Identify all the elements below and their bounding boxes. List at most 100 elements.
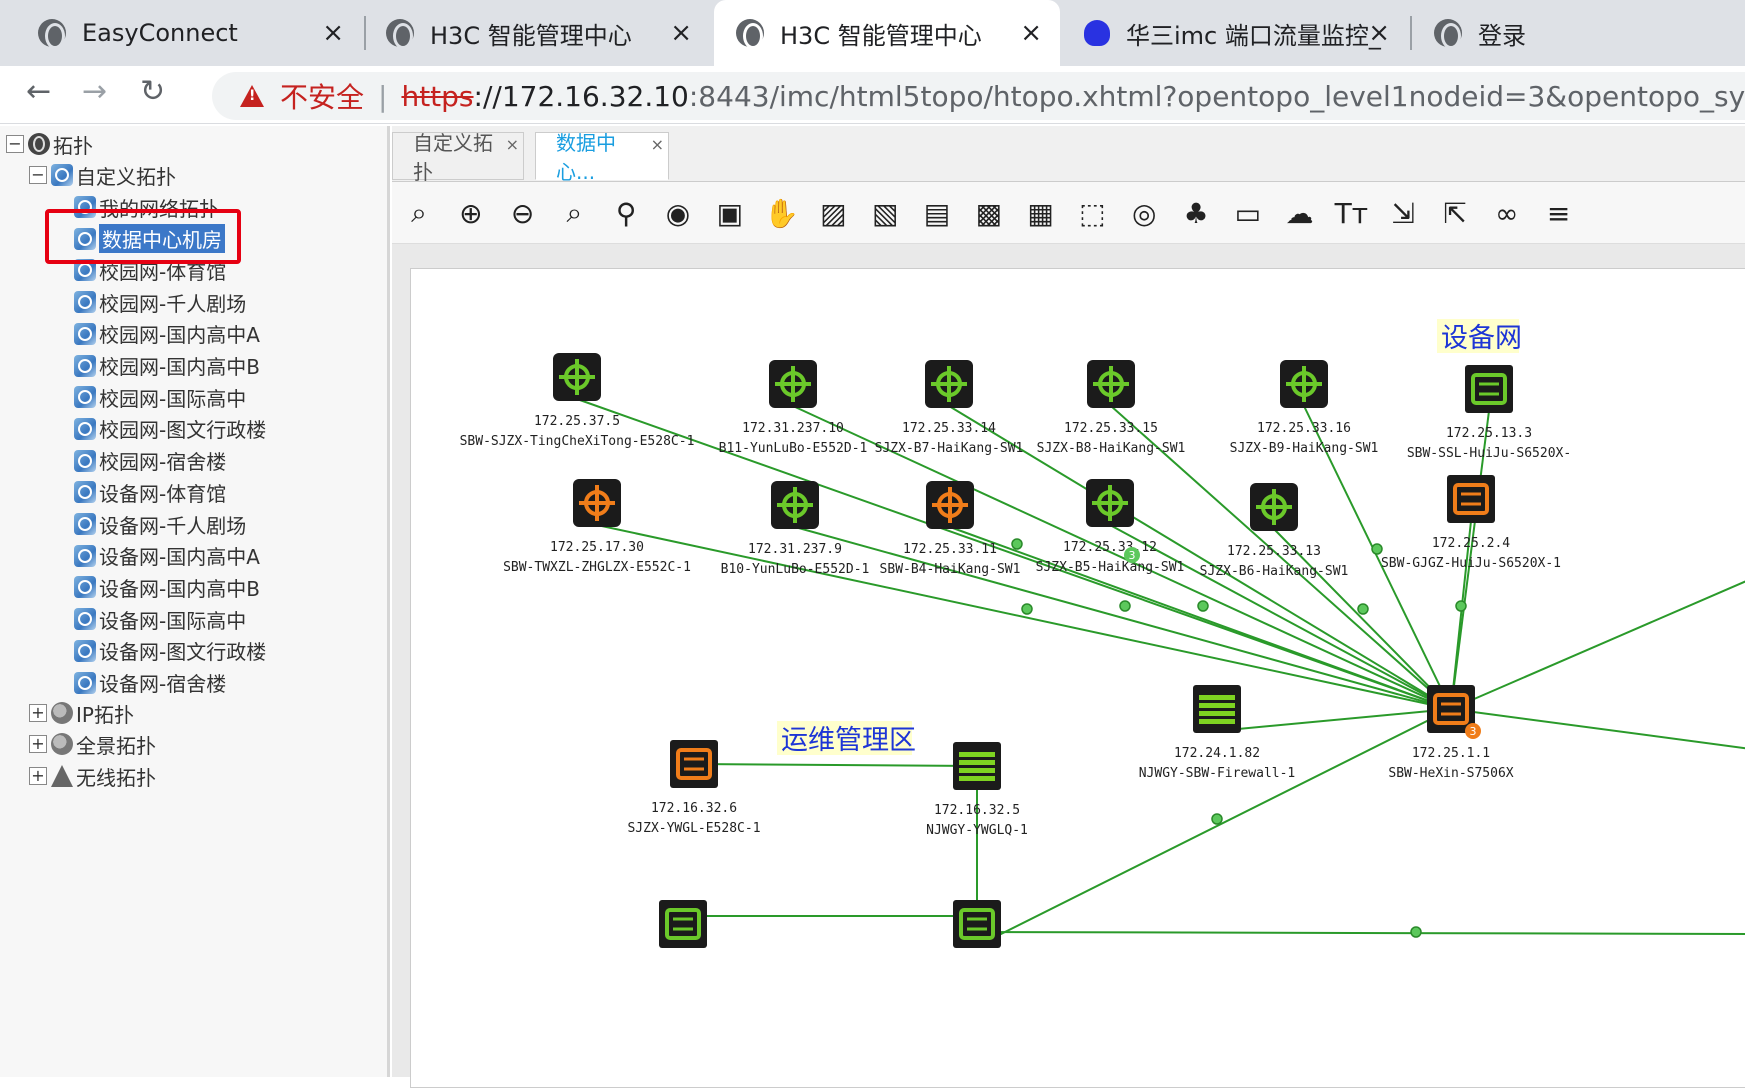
zoom-in-icon[interactable]: ⊕ <box>452 194 490 232</box>
tab-h3c-2-active[interactable]: H3C 智能管理中心 × <box>714 0 1060 66</box>
search-icon[interactable]: ⚲ <box>607 194 645 232</box>
tree-node-root[interactable]: − 拓扑 <box>6 129 93 159</box>
add-device-icon[interactable]: ▭ <box>1229 194 1267 232</box>
collapse-icon[interactable]: − <box>6 135 24 153</box>
reload-icon[interactable]: ↻ <box>140 74 165 109</box>
ms-icon[interactable]: ≡ <box>1540 194 1578 232</box>
tree-node-item[interactable]: 设备网-国际高中 <box>74 604 246 634</box>
back-arrow-icon[interactable]: ← <box>26 74 51 109</box>
remove-background-icon[interactable]: ▧ <box>866 194 904 232</box>
close-icon[interactable]: × <box>670 18 692 48</box>
tree-node-item[interactable]: 设备网-国内高中A <box>74 541 260 571</box>
find-icon[interactable]: ∞ <box>1488 194 1526 232</box>
collapse-icon[interactable]: − <box>29 166 47 184</box>
tree-node-item[interactable]: 设备网-宿舍楼 <box>74 668 226 698</box>
add-background-icon[interactable]: ▨ <box>814 194 852 232</box>
image-icon[interactable]: ▩ <box>970 194 1008 232</box>
tree-node-custom[interactable]: − 自定义拓扑 <box>29 160 176 190</box>
tab-title: 登录 <box>1478 21 1526 50</box>
tree-node-full-topo[interactable]: + 全景拓扑 <box>29 729 156 759</box>
navigation-bar: ← → ↻ 不安全 | https ://172.16.32.10 :8443/… <box>0 66 1745 124</box>
url-separator: | <box>378 79 388 113</box>
close-icon[interactable]: × <box>506 135 519 154</box>
tab-baidu[interactable]: 华三imc 端口流量监控_ × <box>1064 0 1408 66</box>
tree-label: 拓扑 <box>53 133 93 158</box>
topology-view-icon <box>74 576 96 599</box>
close-icon[interactable]: × <box>651 135 664 154</box>
link-edit-icon[interactable]: ⇱ <box>1436 194 1474 232</box>
address-bar[interactable]: 不安全 | https ://172.16.32.10 :8443/imc/ht… <box>212 72 1745 120</box>
tree-node-item[interactable]: 设备网-国内高中B <box>74 572 260 602</box>
hierarchy-icon[interactable]: ♣ <box>1177 194 1215 232</box>
device-name-label: SBW-HeXin-S7506X <box>1388 766 1513 781</box>
expand-icon[interactable]: + <box>29 735 47 753</box>
center-icon[interactable]: ◎ <box>1125 194 1163 232</box>
eye-icon[interactable]: ◉ <box>659 194 697 232</box>
close-icon[interactable]: × <box>322 18 344 48</box>
tree-node-item[interactable]: 设备网-千人剧场 <box>74 509 246 539</box>
tree-node-item[interactable]: 校园网-千人剧场 <box>74 287 246 317</box>
tab-title: H3C 智能管理中心 <box>430 21 632 50</box>
add-cloud-icon[interactable]: ☁ <box>1281 194 1319 232</box>
link-marker <box>1211 813 1223 825</box>
network-link <box>976 931 1745 935</box>
tree-node-item[interactable]: 设备网-体育馆 <box>74 477 226 507</box>
select-area-icon[interactable]: ⬚ <box>1073 194 1111 232</box>
tree-node-item[interactable]: 校园网-国际高中 <box>74 382 246 412</box>
forward-arrow-icon[interactable]: → <box>82 74 107 109</box>
tree-node-item[interactable]: 校园网-国内高中A <box>74 319 260 349</box>
device-name-label: SJZX-B7-HaiKang-SW1 <box>875 441 1024 456</box>
tree-node-item[interactable]: 校园网-图文行政楼 <box>74 414 266 444</box>
close-icon[interactable]: × <box>1020 18 1042 48</box>
expand-icon[interactable]: + <box>29 704 47 722</box>
device-firewall-icon <box>953 742 1001 790</box>
text-icon[interactable]: Tт <box>1332 194 1370 232</box>
red-highlight-annotation <box>45 209 241 264</box>
save-icon[interactable]: ▤ <box>918 194 956 232</box>
device-ip-label: 172.16.32.6 <box>651 801 737 816</box>
zone-label: 设备网 <box>1441 323 1522 354</box>
browser-tab-strip: EasyConnect × H3C 智能管理中心 × H3C 智能管理中心 × … <box>0 0 1745 66</box>
ip-topology-icon <box>51 702 73 724</box>
topology-view-icon <box>74 513 96 535</box>
tab-custom-topology[interactable]: 自定义拓扑 × <box>392 131 524 184</box>
zoom-fit-icon[interactable]: ⌕ <box>400 194 438 232</box>
tab-login[interactable]: 登录 <box>1412 0 1745 66</box>
fullscreen-icon[interactable]: ▣ <box>711 194 749 232</box>
export-icon[interactable]: ▦ <box>1022 194 1060 232</box>
device-ip-label: 172.25.33.14 <box>902 421 996 436</box>
link-marker <box>1011 538 1023 550</box>
warning-icon <box>240 85 264 107</box>
globe-icon <box>736 19 764 49</box>
topology-graph[interactable]: 172.25.37.5 SBW-SJZX-TingCheXiTong-E528C-… <box>411 269 1745 1088</box>
tab-easyconnect[interactable]: EasyConnect × <box>0 0 362 66</box>
tab-datacenter[interactable]: 数据中心... × <box>535 131 669 184</box>
device-name-label: B10-YunLuBo-E552D-1 <box>721 562 870 577</box>
url-scheme: https <box>401 79 474 113</box>
zoom-out-icon[interactable]: ⊖ <box>504 194 542 232</box>
tree-label: 校园网-国内高中A <box>99 323 260 348</box>
tree-node-ip-topo[interactable]: + IP拓扑 <box>29 698 134 728</box>
device-name-label: SBW-TWXZL-ZHGLZX-E552C-1 <box>503 560 691 575</box>
expand-icon[interactable]: + <box>29 767 47 785</box>
device-name-label: SJZX-YWGL-E528C-1 <box>627 821 760 836</box>
device-ip-label: 172.25.33.11 <box>903 542 997 557</box>
tab-title: EasyConnect <box>82 19 238 47</box>
tree-node-wireless-topo[interactable]: + 无线拓扑 <box>29 761 156 791</box>
close-icon[interactable]: × <box>1368 18 1390 48</box>
topology-canvas[interactable]: 172.25.37.5 SBW-SJZX-TingCheXiTong-E528C-… <box>410 268 1745 1088</box>
tab-h3c-1[interactable]: H3C 智能管理中心 × <box>366 0 710 66</box>
tree-node-item[interactable]: 校园网-宿舍楼 <box>74 446 226 476</box>
tab-label: 自定义拓扑 <box>413 131 493 184</box>
tree-label: 设备网-体育馆 <box>99 481 227 506</box>
topology-view-icon <box>74 544 96 567</box>
security-status[interactable]: 不安全 <box>280 76 364 116</box>
tree-node-item[interactable]: 设备网-图文行政楼 <box>74 636 266 666</box>
add-link-icon[interactable]: ⇲ <box>1384 194 1422 232</box>
zoom-reset-icon[interactable]: ⌕ <box>555 194 593 232</box>
hand-icon[interactable]: ✋ <box>763 194 801 232</box>
topology-toolbar: ⌕ ⊕ ⊖ ⌕ ⚲ ◉ ▣ ✋ ▨ ▧ ▤ ▩ ▦ ⬚ ◎ ♣ ▭ ☁ Tт ⇲ ⇱ ∞ ≡ <box>392 182 1745 244</box>
device-ip-label: 172.25.33.16 <box>1257 421 1351 436</box>
view-tab-bar: 自定义拓扑 × 数据中心... × <box>392 126 1745 184</box>
tree-node-item[interactable]: 校园网-国内高中B <box>74 351 260 381</box>
